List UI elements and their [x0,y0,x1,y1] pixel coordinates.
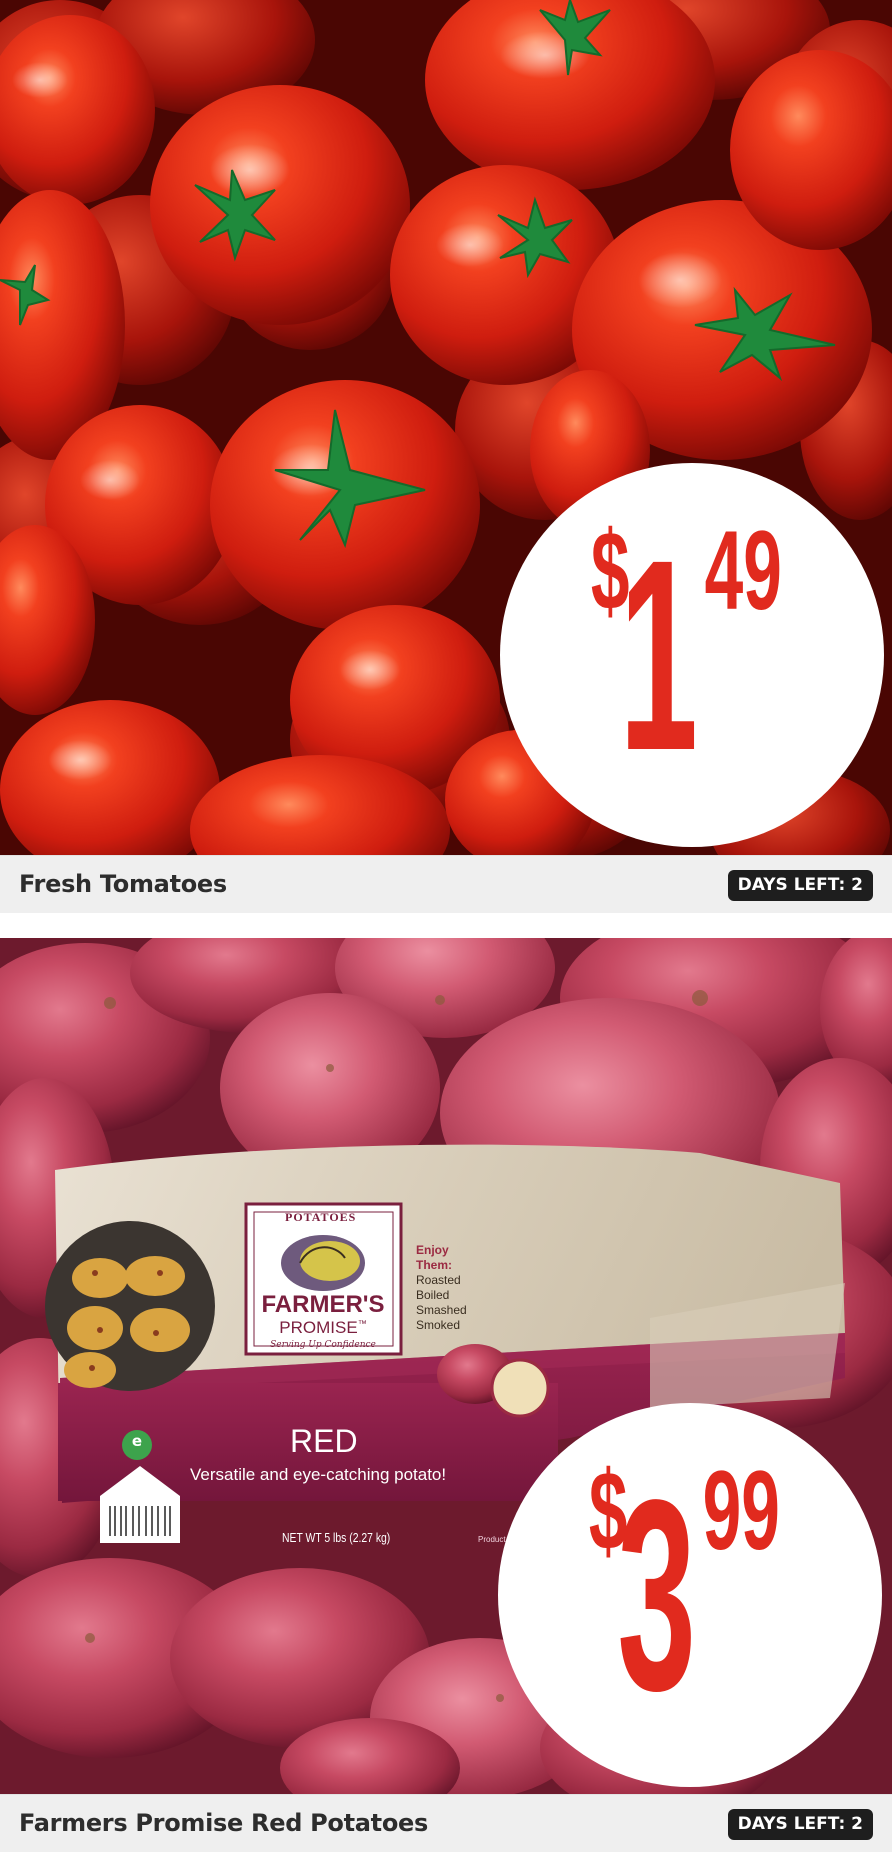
tomatoes-image[interactable]: $ 1 49 [0,0,892,855]
price-badge: $ 1 49 [500,463,884,847]
price-badge: $ 3 99 [498,1403,882,1787]
package-enjoy-line: Them: [416,1258,452,1272]
product-card-red-potatoes[interactable]: POTATOES FARMER'S PROMISE™ Serving Up Co… [0,938,892,1852]
package-enjoy-line: Smashed [416,1303,467,1317]
package-brand-promise: PROMISE [279,1318,358,1337]
package-trademark: ™ [357,1318,367,1329]
product-name[interactable]: Fresh Tomatoes [19,870,227,898]
red-potatoes-image[interactable]: POTATOES FARMER'S PROMISE™ Serving Up Co… [0,938,892,1794]
package-eco-badge: e [131,1432,143,1450]
package-enjoy-line: Boiled [416,1288,450,1302]
price-display: $ 1 49 [500,463,884,847]
package-variety: RED [290,1423,358,1459]
product-caption-bar[interactable]: Fresh Tomatoes DAYS LEFT: 2 [0,855,892,913]
package-brand-line1: FARMER'S [261,1291,385,1318]
package-top-label: POTATOES [285,1210,357,1224]
package-description: Versatile and eye-catching potato! [190,1465,447,1484]
product-caption-bar[interactable]: Farmers Promise Red Potatoes DAYS LEFT: … [0,1794,892,1852]
package-enjoy-list: Enjoy Them: Roasted Boiled Smashed Smoke… [416,1243,467,1333]
package-enjoy-line: Enjoy [416,1243,449,1257]
price-display: $ 3 99 [498,1403,882,1787]
price-dollars: 3 [617,1443,697,1747]
package-enjoy-line: Roasted [416,1273,461,1287]
package-tagline: Serving Up Confidence [270,1340,376,1350]
flyer-feed: $ 1 49 Fresh Tomatoes DAYS LEFT: 2 POTAT… [0,0,892,1852]
price-dollars: 1 [619,503,699,807]
package-net-weight: NET WT 5 lbs (2.27 kg) [282,1530,391,1545]
days-left-badge: DAYS LEFT: 2 [727,1809,873,1840]
price-cents: 49 [704,508,782,633]
price-cents: 99 [702,1448,780,1573]
days-left-badge: DAYS LEFT: 2 [727,870,873,901]
product-card-tomatoes[interactable]: $ 1 49 Fresh Tomatoes DAYS LEFT: 2 [0,0,892,915]
package-enjoy-line: Smoked [416,1318,461,1332]
product-name[interactable]: Farmers Promise Red Potatoes [19,1809,428,1837]
package-brand-line2: PROMISE™ [258,1318,388,1338]
